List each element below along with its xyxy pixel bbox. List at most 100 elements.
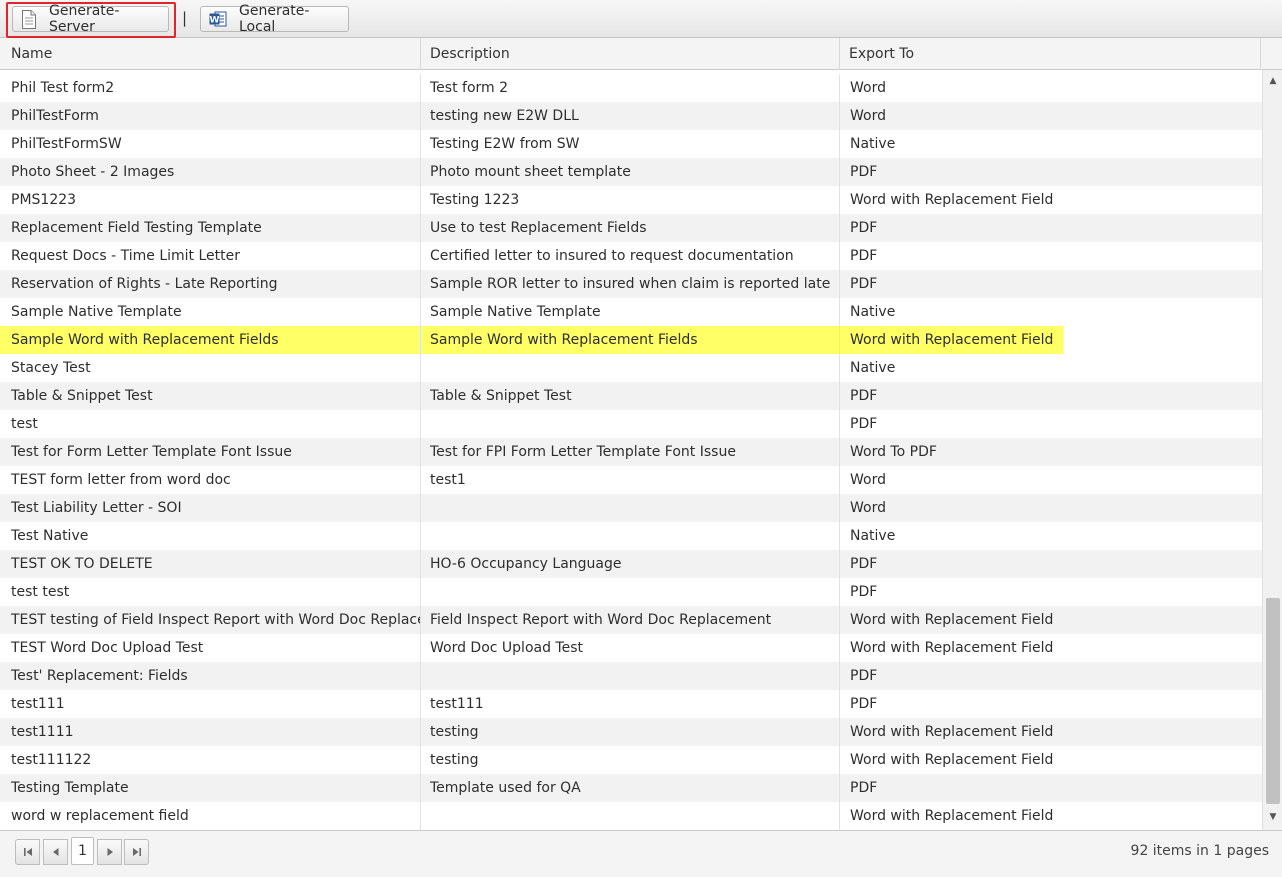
cell-export-to-text: Word with Replacement Field [850, 612, 1054, 628]
cell-export-to-text: Native [850, 528, 896, 544]
scroll-down-arrow-icon[interactable]: ▼ [1263, 808, 1282, 826]
cell-export-to-text: PDF [850, 248, 878, 264]
cell-export-to-text: PDF [850, 696, 878, 712]
cell-description: Testing E2W from SW [421, 130, 840, 158]
table-row[interactable]: PhilTestFormSW Testing E2W from SW Native [0, 130, 1262, 158]
pager-info: 92 items in 1 pages [1130, 843, 1269, 859]
table-row[interactable]: Stacey Test Native [0, 354, 1262, 382]
svg-text:W: W [210, 16, 220, 26]
table-row[interactable]: test111122 testing Word with Replacement F… [0, 746, 1262, 774]
cell-export-to: PDF [840, 158, 1262, 186]
table-row[interactable]: test test PDF [0, 578, 1262, 606]
grid-header: Name Description Export To [0, 38, 1282, 70]
cell-export-to-text: Word [850, 108, 886, 124]
cell-description [421, 662, 840, 690]
cell-description: Field Inspect Report with Word Doc Repla… [421, 606, 840, 634]
cell-export-to: Word with Replacement Field [840, 802, 1262, 830]
cell-description: Certified letter to insured to request d… [421, 242, 840, 270]
cell-export-to: Word [840, 494, 1262, 522]
cell-export-to: PDF [840, 662, 1262, 690]
cell-name: word w replacement field [0, 802, 421, 830]
column-header-description[interactable]: Description [421, 38, 840, 70]
cell-name: Replacement Field Testing Template [0, 214, 421, 242]
cell-export-to-text: Word with Replacement Field [850, 752, 1054, 768]
next-page-icon[interactable] [97, 839, 122, 865]
cell-export-to: PDF [840, 550, 1262, 578]
cell-name: Test Liability Letter - SOI [0, 494, 421, 522]
cell-export-to-text: Word [850, 500, 886, 516]
grid-body: Phil Test form2 Test form 2 Word PhilTestFo… [0, 74, 1262, 830]
table-row[interactable]: test PDF [0, 410, 1262, 438]
table-row[interactable]: PhilTestForm testing new E2W DLL Word [0, 102, 1262, 130]
table-row[interactable]: Test for Form Letter Template Font Issue… [0, 438, 1262, 466]
cell-description [421, 354, 840, 382]
pager: 1 92 items in 1 pages [0, 830, 1282, 877]
table-row[interactable]: TEST OK TO DELETE HO-6 Occupancy Language… [0, 550, 1262, 578]
cell-export-to: PDF [840, 382, 1262, 410]
table-row[interactable]: Test Native Native [0, 522, 1262, 550]
generate-server-label: Generate-Server [49, 3, 120, 35]
cell-description [421, 410, 840, 438]
cell-export-to: PDF [840, 690, 1262, 718]
cell-description: testing [421, 746, 840, 774]
vertical-scrollbar[interactable]: ▲ ▼ [1262, 70, 1282, 830]
table-row[interactable]: Reservation of Rights - Late Reporting Sa… [0, 270, 1262, 298]
cell-export-to-text: Word with Replacement Field [850, 640, 1054, 656]
cell-name: Test Native [0, 522, 421, 550]
table-row[interactable]: Photo Sheet - 2 Images Photo mount sheet … [0, 158, 1262, 186]
cell-description: Use to test Replacement Fields [421, 214, 840, 242]
cell-description: Table & Snippet Test [421, 382, 840, 410]
cell-export-to-text: Word with Replacement Field [850, 192, 1054, 208]
table-row[interactable]: TEST form letter from word doc test1 Word [0, 466, 1262, 494]
first-page-icon[interactable] [15, 839, 40, 865]
table-row[interactable]: Test' Replacement: Fields PDF [0, 662, 1262, 690]
current-page-input[interactable]: 1 [71, 837, 94, 865]
table-row[interactable]: Table & Snippet Test Table & Snippet Test… [0, 382, 1262, 410]
cell-name: test1111 [0, 718, 421, 746]
cell-export-to: Word with Replacement Field [840, 186, 1262, 214]
generate-server-button[interactable]: Generate-Server [12, 3, 169, 35]
cell-name: Test for Form Letter Template Font Issue [0, 438, 421, 466]
cell-description: Test form 2 [421, 74, 840, 102]
table-row[interactable]: test111 test111 PDF [0, 690, 1262, 718]
table-row[interactable]: test1111 testing Word with Replacement Fie… [0, 718, 1262, 746]
table-row-selected[interactable]: Sample Word with Replacement Fields Sampl… [0, 326, 1262, 354]
cell-description: Sample Native Template [421, 298, 840, 326]
table-row[interactable]: PMS1223 Testing 1223 Word with Replacement… [0, 186, 1262, 214]
cell-name: test test [0, 578, 421, 606]
table-row[interactable]: Sample Native Template Sample Native Temp… [0, 298, 1262, 326]
table-row[interactable]: Replacement Field Testing Template Use to… [0, 214, 1262, 242]
cell-description [421, 494, 840, 522]
cell-export-to-text: Word To PDF [850, 444, 937, 460]
column-header-name[interactable]: Name [0, 38, 421, 70]
cell-description [421, 802, 840, 830]
table-row[interactable]: TEST testing of Field Inspect Report wit… [0, 606, 1262, 634]
cell-name: test [0, 410, 421, 438]
cell-description: Template used for QA [421, 774, 840, 802]
generate-local-button[interactable]: W Generate-Local [200, 3, 349, 35]
table-row[interactable]: word w replacement field Word with Replac… [0, 802, 1262, 830]
table-row[interactable]: Test Liability Letter - SOI Word [0, 494, 1262, 522]
cell-description: Photo mount sheet template [421, 158, 840, 186]
last-page-icon[interactable] [124, 839, 149, 865]
scrollbar-thumb[interactable] [1266, 598, 1280, 804]
toolbar: Generate-Server | W Generate-Local [0, 0, 1282, 38]
scroll-up-arrow-icon[interactable]: ▲ [1263, 72, 1282, 90]
word-icon: W [209, 10, 227, 28]
cell-export-to: Word [840, 102, 1262, 130]
table-row[interactable]: Phil Test form2 Test form 2 Word [0, 74, 1262, 102]
cell-export-to: Word with Replacement Field [840, 326, 1262, 354]
cell-description: Test for FPI Form Letter Template Font I… [421, 438, 840, 466]
cell-export-to-text: PDF [850, 388, 878, 404]
table-row[interactable]: TEST Word Doc Upload Test Word Doc Upload… [0, 634, 1262, 662]
column-header-export-to[interactable]: Export To [840, 38, 1261, 70]
table-row[interactable]: Testing Template Template used for QA PDF [0, 774, 1262, 802]
cell-export-to: PDF [840, 578, 1262, 606]
cell-description: testing [421, 718, 840, 746]
table-row[interactable]: Request Docs - Time Limit Letter Certifie… [0, 242, 1262, 270]
prev-page-icon[interactable] [43, 839, 68, 865]
document-icon [21, 9, 37, 29]
cell-export-to: Word with Replacement Field [840, 606, 1262, 634]
cell-name: Test' Replacement: Fields [0, 662, 421, 690]
cell-export-to-text: Word [850, 472, 886, 488]
